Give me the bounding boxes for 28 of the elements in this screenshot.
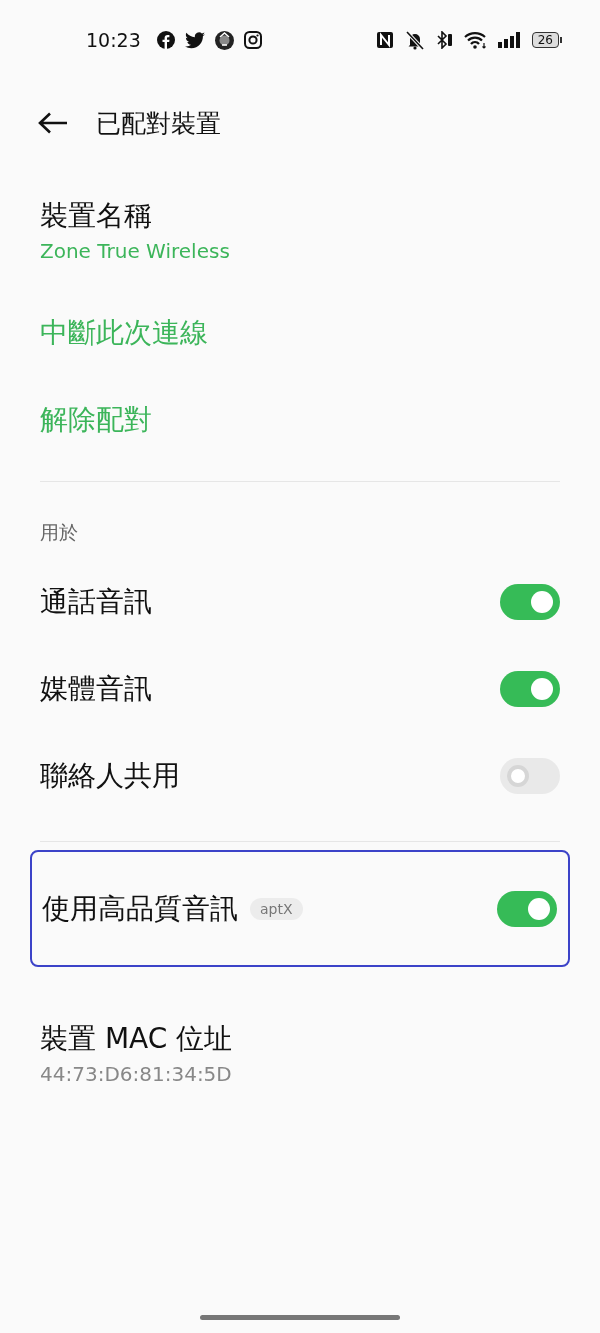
setting-label: 通話音訊 [40, 583, 152, 620]
instagram-icon [243, 31, 262, 49]
battery-level: 26 [531, 32, 559, 48]
nfc-icon [375, 31, 394, 49]
section-heading: 用於 [40, 520, 79, 544]
action-link[interactable]: 解除配對 [40, 400, 152, 440]
page-title: 已配對裝置 [96, 107, 221, 140]
toggle-switch[interactable] [497, 890, 557, 927]
twitter-icon [184, 31, 205, 49]
toggle-switch[interactable] [500, 583, 560, 620]
facebook-icon [156, 31, 175, 49]
codec-badge: aptX [250, 897, 303, 920]
muted-bell-icon [403, 30, 426, 50]
toggle-switch[interactable] [500, 670, 560, 707]
setting-label: 聯絡人共用 [40, 757, 180, 794]
setting-label: 媒體音訊 [40, 670, 152, 707]
action-link[interactable]: 中斷此次連線 [40, 313, 208, 353]
wifi-icon [463, 31, 488, 49]
bluetooth-icon [435, 31, 454, 49]
clock-time: 10:23 [86, 29, 141, 51]
mac-address-label: 裝置 MAC 位址 [40, 1021, 234, 1057]
mac-address-value: 44:73:D6:81:34:5D [40, 1061, 233, 1088]
device-name-label[interactable]: 裝置名稱 [40, 196, 560, 236]
toggle-switch[interactable] [500, 757, 560, 794]
device-name-value: Zone True Wireless [40, 238, 231, 265]
setting-label: 使用高品質音訊 [42, 890, 238, 927]
back-arrow-icon[interactable] [38, 112, 68, 134]
signal-icon [497, 32, 522, 48]
